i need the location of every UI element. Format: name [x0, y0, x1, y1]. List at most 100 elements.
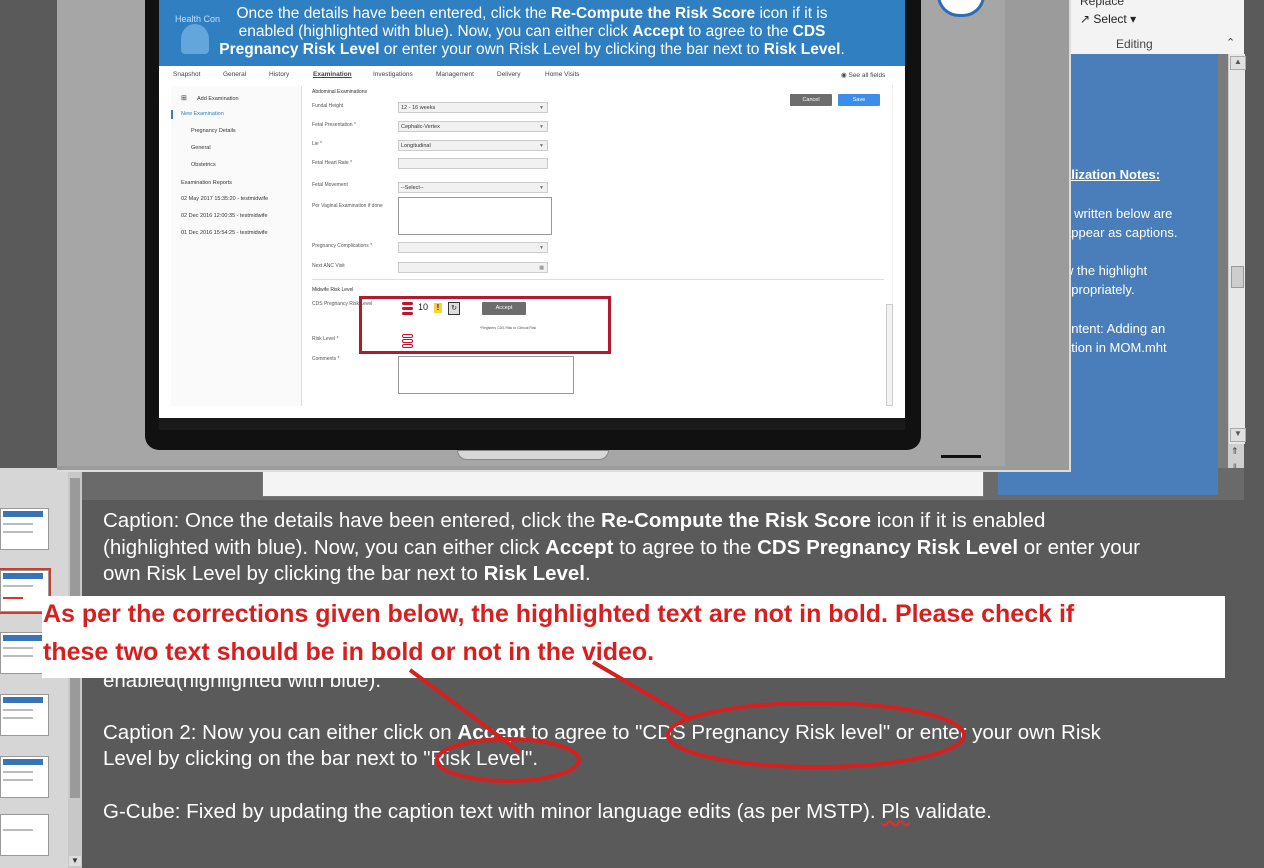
left-nav: ⊞ Add Examination New Examination Pregna…: [171, 86, 302, 406]
per-vaginal-textarea[interactable]: [398, 197, 552, 235]
dropdown-caret-icon: ▾: [1130, 12, 1137, 26]
fetal-presentation-label: Fetal Presentation *: [312, 122, 356, 128]
report-link[interactable]: 01 Dec 2016 15:54:25 - testmidwife: [181, 230, 268, 236]
eye-off-icon: ◉: [841, 72, 847, 79]
comments-label: Comments *: [312, 356, 340, 362]
cursor-icon: ↗: [1080, 12, 1091, 26]
laptop-screen: Health Con Once the details have been en…: [159, 0, 905, 418]
lie-select[interactable]: Longitudinal ▼: [398, 140, 548, 151]
slide-canvas[interactable]: [262, 468, 984, 497]
nav-general[interactable]: General: [191, 145, 211, 151]
notes-scrollbar[interactable]: ▲ ▼: [1228, 54, 1246, 444]
notes-line: alization Notes:: [1070, 167, 1161, 182]
slide-thumbnail[interactable]: [0, 508, 49, 550]
notes-line: ppropriately.: [1070, 282, 1135, 297]
notes-line: s written below are: [1070, 206, 1173, 221]
slide-notes-bg: [998, 468, 1218, 495]
ribbon-editing-group: Replace ↗ Select ▾ Editing ⌃: [1070, 0, 1244, 55]
review-comment-callout: As per the corrections given below, the …: [42, 596, 1225, 678]
scroll-down-icon[interactable]: ▼: [1230, 428, 1246, 442]
caption2-line-2: Level by clicking on the bar next to "Ri…: [103, 747, 539, 770]
replace-button[interactable]: Replace: [1080, 0, 1124, 8]
scroll-down-icon[interactable]: ▼: [69, 856, 81, 866]
banner-line: Once the details have been entered, clic…: [236, 5, 828, 22]
chevron-down-icon: ▼: [539, 143, 544, 149]
laptop-base: [457, 450, 609, 460]
video-background: Health Con Once the details have been en…: [57, 0, 1005, 466]
see-all-fields-toggle[interactable]: ◉ See all fields: [841, 71, 885, 79]
fetal-heart-rate-input[interactable]: [398, 158, 548, 169]
tab-general[interactable]: General: [223, 71, 246, 78]
caption-banner: Health Con Once the details have been en…: [159, 0, 905, 66]
notes-line: ontent: Adding an: [1070, 321, 1166, 336]
notes-line: ation in MOM.mht: [1070, 340, 1167, 355]
nav-pregnancy-details[interactable]: Pregnancy Details: [191, 128, 236, 134]
notes-line: w the highlight: [1070, 263, 1148, 278]
plus-icon[interactable]: ⊞: [181, 94, 187, 102]
select-label: Select: [1093, 12, 1127, 26]
examination-reports-title: Examination Reports: [181, 180, 233, 186]
pregnancy-complications-label: Pregnancy Complications *: [312, 243, 373, 249]
fetal-movement-select[interactable]: --Select-- ▼: [398, 182, 548, 193]
nav-obstetrics[interactable]: Obstetrics: [191, 162, 216, 168]
active-indicator: [171, 110, 173, 119]
add-examination-link[interactable]: Add Examination: [197, 96, 239, 102]
banner-line: Pregnancy Risk Level or enter your own R…: [219, 41, 845, 58]
person-icon: [181, 24, 209, 54]
editing-group-label: Editing: [1116, 37, 1153, 51]
risk-highlight-box: [359, 296, 611, 354]
scrollbar-thumb[interactable]: [1231, 266, 1244, 288]
next-anc-date[interactable]: ▦: [398, 262, 548, 273]
select-button[interactable]: ↗ Select ▾: [1080, 12, 1136, 26]
chevron-down-icon: ▼: [539, 105, 544, 111]
spelling-flag: Pls: [881, 800, 910, 823]
save-button[interactable]: Save: [838, 94, 880, 106]
slide-thumbnail[interactable]: [0, 756, 49, 798]
report-link[interactable]: 02 May 2017 15:35:20 - testmidwife: [181, 196, 268, 202]
tab-investigations[interactable]: Investigations: [373, 71, 413, 78]
per-vaginal-label: Per Vaginal Examination if done: [312, 203, 383, 209]
fundal-height-label: Fundal Height: [312, 103, 344, 109]
report-link[interactable]: 02 Dec 2016 12:00:35 - testmidwife: [181, 213, 268, 219]
pregnancy-complications-select[interactable]: ▼: [398, 242, 548, 253]
tab-management[interactable]: Management: [436, 71, 474, 78]
banner-line: enabled (highlighted with blue). Now, yo…: [238, 23, 826, 40]
divider: [312, 279, 884, 280]
tab-home-visits[interactable]: Home Visits: [545, 71, 580, 78]
comments-textarea[interactable]: [398, 356, 574, 394]
globe-icon: [937, 0, 985, 17]
tab-delivery[interactable]: Delivery: [497, 71, 520, 78]
tab-snapshot[interactable]: Snapshot: [173, 71, 200, 78]
lie-label: Lie *: [312, 141, 323, 147]
caption2-line-1: Caption 2: Now you can either click on A…: [103, 721, 1101, 744]
slide-thumbnail[interactable]: [0, 694, 49, 736]
slide-edit-area: [82, 468, 1244, 500]
risk-level-label: Risk Level *: [312, 336, 339, 342]
page-up-icon[interactable]: ⇑: [1231, 446, 1239, 457]
slide-thumbnail[interactable]: [0, 814, 49, 856]
callout-line-2: these two text should be in bold or not …: [43, 638, 655, 666]
fundal-height-select[interactable]: 12 - 16 weeks ▼: [398, 102, 548, 113]
chevron-down-icon: ▼: [539, 245, 544, 251]
nav-new-examination[interactable]: New Examination: [181, 111, 224, 117]
cancel-button[interactable]: Cancel: [790, 94, 832, 106]
next-anc-label: Next ANC Visit: [312, 263, 345, 269]
tab-examination[interactable]: Examination: [313, 71, 352, 78]
tab-history[interactable]: History: [269, 71, 289, 78]
caption-line-3: own Risk Level by clicking the bar next …: [103, 562, 591, 585]
notes-line: appear as captions.: [1070, 225, 1178, 240]
section-title: Abdominal Examinations: [312, 89, 368, 95]
fetal-movement-label: Fetal Movement: [312, 182, 348, 188]
caption-line-2: (highlighted with blue). Now, you can ei…: [103, 536, 1140, 559]
panel-divider: [1218, 54, 1228, 494]
chevron-up-icon[interactable]: ⌃: [1226, 36, 1235, 49]
dash-mark: [941, 455, 981, 458]
form-scrollbar[interactable]: [886, 304, 893, 406]
gcube-line: G-Cube: Fixed by updating the caption te…: [103, 800, 992, 823]
scroll-up-icon[interactable]: ▲: [1230, 56, 1246, 70]
notes-panel: alization Notes: s written below are app…: [1070, 54, 1218, 494]
calendar-icon: ▦: [539, 265, 544, 271]
fetal-presentation-select[interactable]: Cephalic-Vertex ▼: [398, 121, 548, 132]
callout-line-1: As per the corrections given below, the …: [43, 600, 1075, 628]
chevron-down-icon: ▼: [539, 185, 544, 191]
